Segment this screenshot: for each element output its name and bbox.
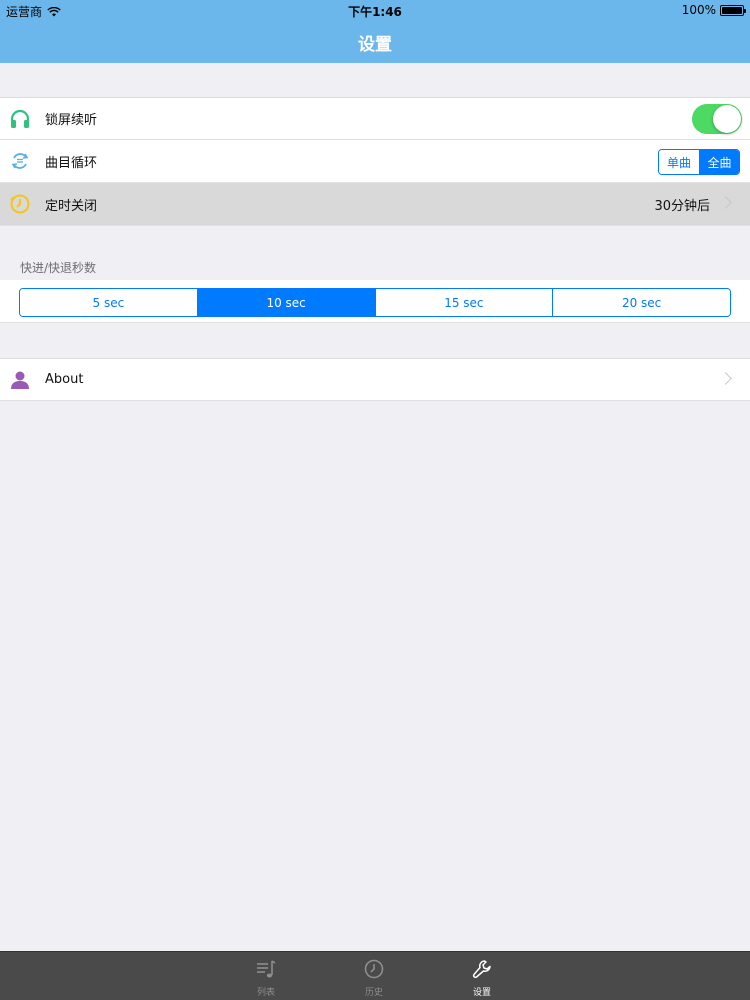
loop-option-all[interactable]: 全曲 [699,150,739,174]
seek-option-10[interactable]: 10 sec [196,289,375,316]
seek-option-20[interactable]: 20 sec [552,289,730,316]
loop-label: 曲目循环 [45,155,98,171]
person-icon [9,369,31,391]
loop-mode-segmented-control: 单曲 全曲 [658,149,740,175]
seek-seconds-segmented-control: 5 sec 10 sec 15 sec 20 sec [19,288,731,317]
timer-icon [9,193,31,215]
status-battery: 100% [681,3,746,17]
timer-value: 30分钟后 [654,198,710,214]
lock-screen-toggle[interactable] [692,104,742,134]
tab-list[interactable]: 列表 [236,956,296,998]
toggle-knob [713,105,741,133]
seek-row: 5 sec 10 sec 15 sec 20 sec [0,280,750,323]
wrench-icon [452,956,512,982]
headphones-icon [9,108,31,130]
lock-screen-label: 锁屏续听 [45,113,98,128]
battery-icon [720,4,746,16]
tab-history[interactable]: 历史 [344,956,404,998]
tab-bar: 列表 历史 设置 [0,951,750,1000]
status-time: 下午1:46 [348,5,402,19]
clock-icon [344,956,404,982]
status-bar: 运营商 下午1:46 100% [0,0,750,20]
tab-list-label: 列表 [256,988,275,998]
tab-history-label: 历史 [364,988,383,998]
tab-settings[interactable]: 设置 [452,956,512,998]
tab-settings-label: 设置 [472,988,491,998]
seek-option-15[interactable]: 15 sec [374,289,553,316]
settings-row-timer[interactable]: 定时关闭 30分钟后 [0,183,750,226]
repeat-icon [9,150,31,172]
settings-row-loop: 曲目循环 单曲 全曲 [0,140,750,183]
settings-row-lock-screen: 锁屏续听 [0,97,750,140]
timer-label: 定时关闭 [45,198,98,214]
seek-section-header: 快进/快退秒数 [20,261,97,275]
about-label: About [45,372,84,387]
playlist-icon [236,956,296,982]
battery-percent: 100% [681,3,716,17]
seek-option-5[interactable]: 5 sec [20,289,197,316]
chevron-right-icon [719,372,732,385]
page-title: 设置 [358,35,392,55]
settings-row-about[interactable]: About [0,358,750,401]
navigation-header: 运营商 下午1:46 100% 设置 [0,0,750,63]
loop-option-single[interactable]: 单曲 [659,150,699,174]
chevron-right-icon [719,196,732,209]
